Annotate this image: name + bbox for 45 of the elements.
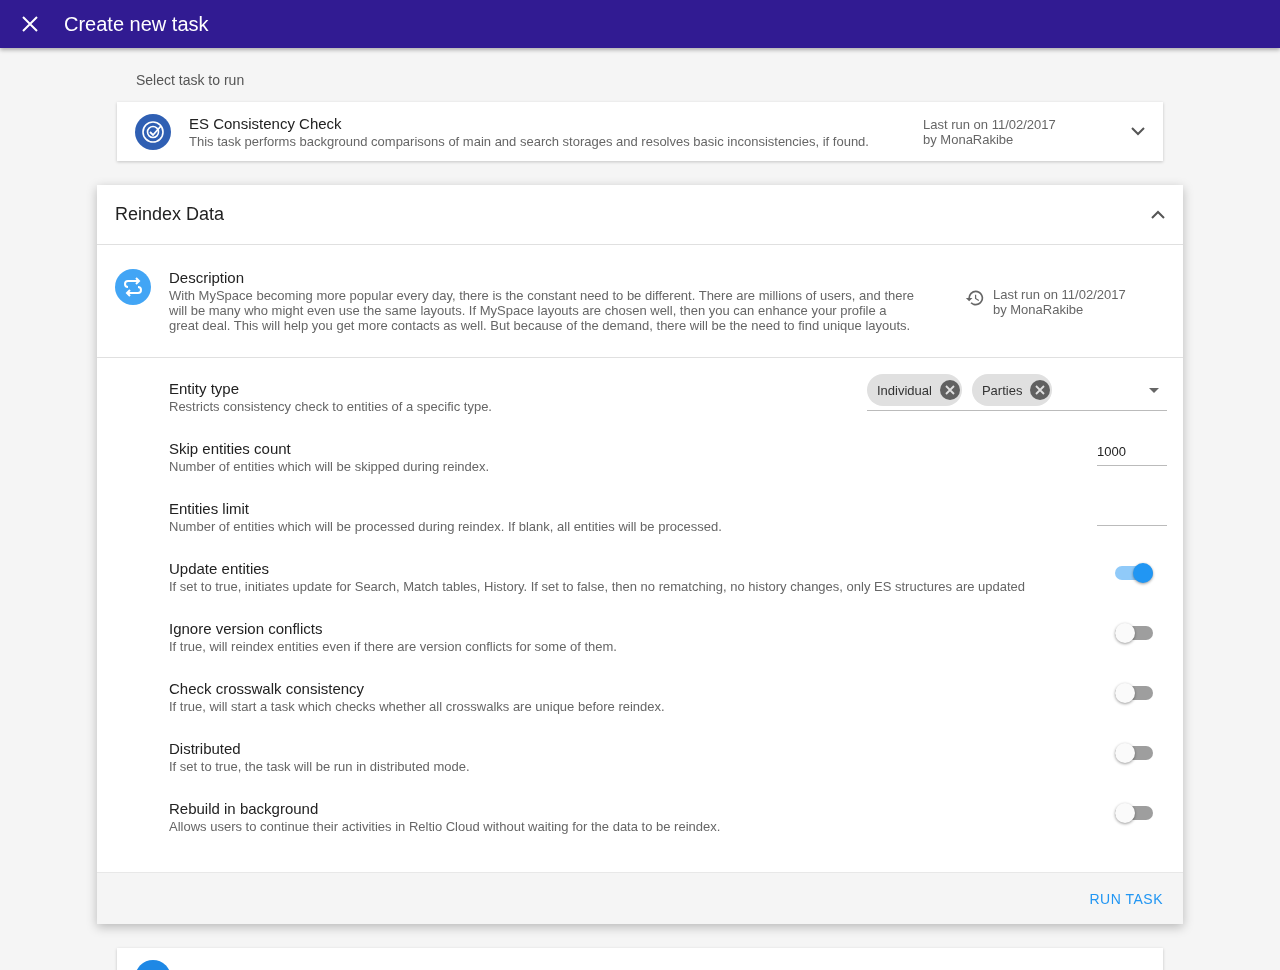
setting-label: Update entities [169, 560, 271, 577]
setting-label: Skip entities count [169, 440, 292, 457]
page-title: Create new task [64, 12, 209, 36]
remove-icon[interactable] [1030, 380, 1051, 400]
setting-hint: If true, will start a task which checks whether all crosswalks are unique before reindex. [169, 699, 666, 714]
entity-chip[interactable]: Individual [867, 374, 962, 406]
setting-hint: Number of entities which will be processed during reindex. If blank, all entities will be processed. [169, 519, 723, 534]
collapse-icon[interactable] [1151, 210, 1165, 219]
section-label: Select task to run [136, 72, 246, 88]
setting-hint: Restricts consistency check to entities of a specific type. [169, 399, 493, 414]
toggle-switch[interactable] [1115, 686, 1153, 700]
setting-label: Rebuild in background [169, 800, 320, 817]
number-field[interactable]: 1000 [1097, 440, 1167, 466]
last-run-date: Last run on 11/02/2017 [923, 116, 1057, 132]
last-run-date: Last run on 11/02/2017 [992, 287, 1127, 302]
description-text: With MySpace becoming more popular every day, there is the constant need to be different. There are millions of users, and there will be many who might even use the same layouts. If MySpace layouts are chosen well, then you can enhance your profile a great deal. This will help you get more contacts as well. But because of the demand, there will be the need to find unique layouts. [169, 288, 915, 333]
task-description: This task performs background comparisons of main and search storages and resolves basic inconsistencies, if found. [189, 133, 870, 149]
setting-label: Distributed [169, 740, 242, 757]
task-title: ES Consistency Check [189, 114, 343, 132]
toggle-switch[interactable] [1115, 626, 1153, 640]
entity-chip[interactable]: Parties [971, 374, 1053, 406]
target-icon [135, 113, 171, 150]
setting-hint: Allows users to continue their activities in Reltio Cloud without waiting for the data to be reindex. [169, 819, 722, 834]
entity-type-select[interactable]: Individual Parties [867, 374, 1167, 411]
toggle-switch[interactable] [1115, 746, 1153, 760]
toggle-switch[interactable] [1115, 566, 1153, 580]
dropdown-icon[interactable] [1149, 387, 1159, 393]
description-title: Description [169, 269, 246, 286]
setting-label: Ignore version conflicts [169, 620, 324, 637]
setting-hint: If set to true, the task will be run in distributed mode. [169, 759, 471, 774]
setting-hint: If true, will reindex entities even if there are version conflicts for some of them. [169, 639, 618, 654]
expand-icon[interactable] [1131, 127, 1145, 136]
setting-label: Check crosswalk consistency [169, 680, 366, 697]
panel-title: Reindex Data [115, 204, 225, 225]
remove-icon[interactable] [939, 380, 960, 400]
swap-icon [115, 269, 151, 305]
setting-label: Entity type [169, 380, 241, 397]
setting-hint: Number of entities which will be skipped during reindex. [169, 459, 491, 474]
close-icon[interactable] [22, 16, 38, 32]
task-card[interactable]: ES Consistency Check This task performs background comparisons of main and search storages and resolves basic inconsistencies, if found. Last run on 11/02/2017 by MonaRakibe [117, 102, 1163, 161]
setting-label: Entities limit [169, 500, 251, 517]
last-run-user: by MonaRakibe [992, 302, 1085, 317]
setting-hint: If set to true, initiates update for Search, Match tables, History. If set to false, then no rematching, no history changes, only ES structures are updated [169, 579, 1027, 594]
last-run-user: by MonaRakibe [923, 131, 1015, 147]
toggle-switch[interactable] [1115, 806, 1153, 820]
